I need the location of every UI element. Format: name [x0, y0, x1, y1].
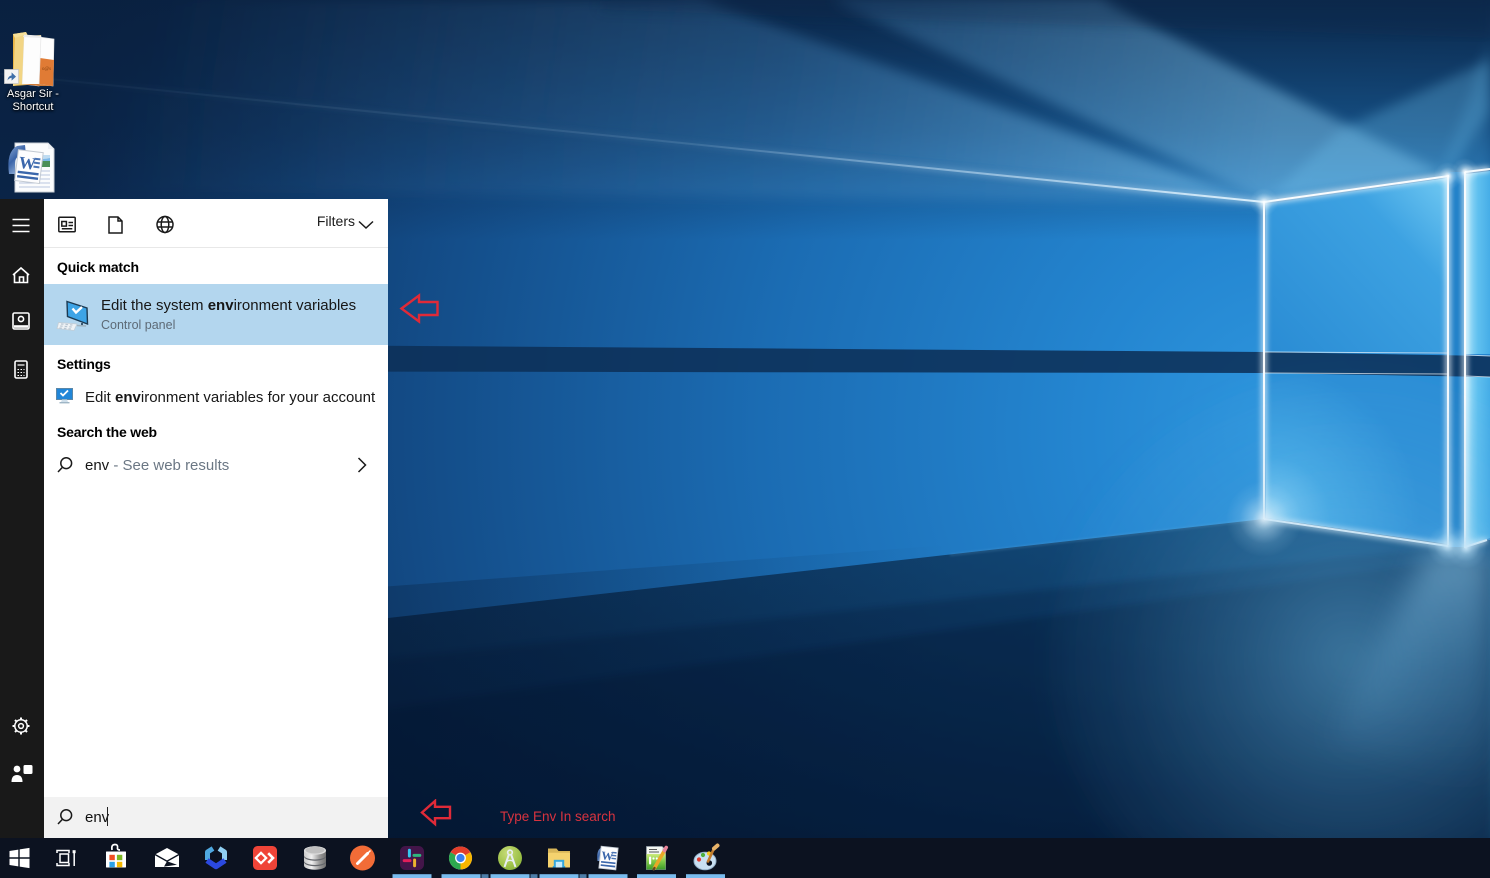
- svg-text:o@s: o@s: [42, 67, 51, 72]
